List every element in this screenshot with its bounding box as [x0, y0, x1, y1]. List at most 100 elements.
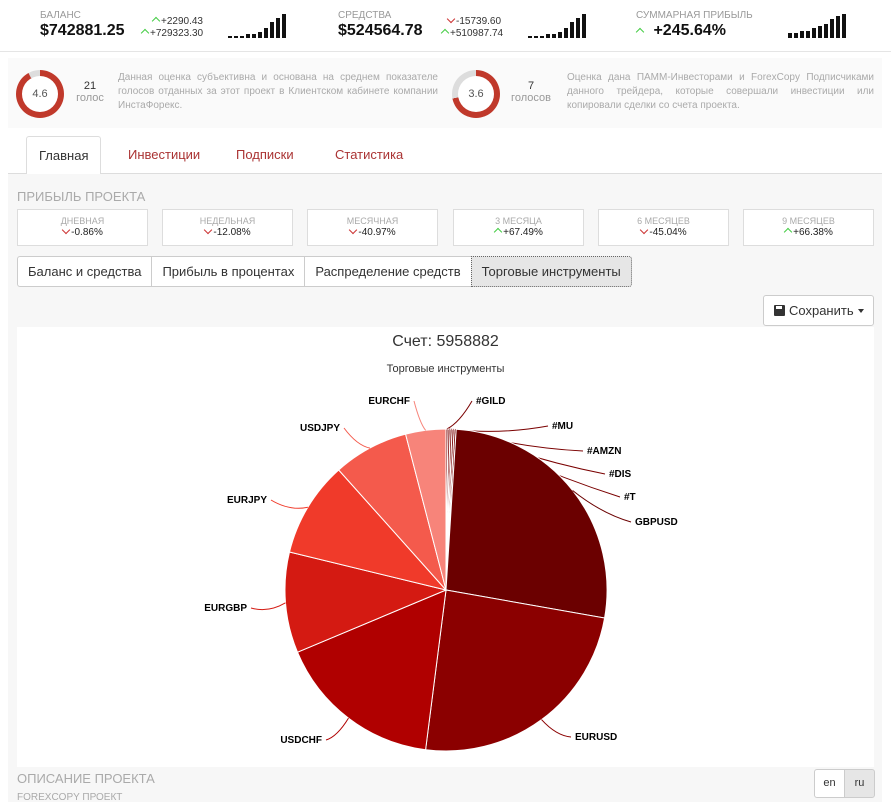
- profit-label: НЕДЕЛЬНАЯ: [199, 216, 256, 226]
- arrow-up-icon: [636, 27, 648, 35]
- tab-investments[interactable]: Инвестиции: [116, 136, 212, 174]
- profit-box-3-months: 3 МЕСЯЦА +67.49%: [453, 209, 584, 246]
- sparkline-bar: [818, 26, 822, 38]
- pie-connector: [325, 717, 349, 741]
- chart-tab-profit-percent[interactable]: Прибыль в процентах: [151, 256, 306, 287]
- arrow-up-icon: [141, 28, 149, 36]
- chart-title: Счет: 5958882: [392, 333, 499, 350]
- caret-down-icon: [857, 309, 864, 313]
- sparkline-bar: [234, 36, 238, 38]
- lang-en[interactable]: en: [814, 769, 845, 798]
- pie-label: EURJPY: [227, 495, 267, 506]
- votes-count: 7: [527, 80, 535, 92]
- pie-label: #MU: [552, 421, 573, 432]
- language-switch: en ru: [814, 769, 875, 798]
- votes-label: голосов: [511, 92, 551, 104]
- rating-ring: 3.6: [452, 70, 500, 118]
- pie-label: GBPUSD: [635, 517, 678, 528]
- sparkline-bar: [806, 31, 810, 38]
- chart-subtitle: Торговые инструменты: [386, 363, 505, 375]
- rating-description: Оценка дана ПАММ-Инвесторами и ForexCopy…: [567, 72, 874, 111]
- profit-value: -45.04%: [649, 227, 687, 238]
- sparkline-bar: [528, 36, 532, 38]
- profit-section-title: ПРИБЫЛЬ ПРОЕКТА: [17, 189, 146, 204]
- pie-connector: [413, 400, 426, 431]
- pie-label: #AMZN: [587, 446, 621, 457]
- profit-value: +67.49%: [503, 227, 543, 238]
- sparkline-chart: [788, 14, 846, 38]
- profit-value: -40.97%: [358, 227, 396, 238]
- arrow-up-icon: [494, 227, 502, 235]
- description-title: ОПИСАНИЕ ПРОЕКТА: [17, 771, 155, 786]
- stat-balance: БАЛАНС $742881.25 +2290.43 +729323.30: [40, 0, 300, 52]
- chart-tab-distribution[interactable]: Распределение средств: [304, 256, 472, 287]
- sparkline-bar: [564, 28, 568, 38]
- pie-label: #T: [624, 492, 636, 503]
- stat-value: +245.64%: [653, 22, 726, 39]
- sparkline-bar: [534, 36, 538, 38]
- profit-label: 3 МЕСЯЦА: [495, 216, 542, 226]
- sparkline-bar: [252, 34, 256, 38]
- arrow-down-icon: [204, 227, 212, 235]
- votes-count: 21: [83, 80, 97, 92]
- profit-value: -0.86%: [71, 227, 103, 238]
- pie-slice[interactable]: [445, 428, 608, 619]
- sparkline-chart: [528, 14, 586, 38]
- save-label: Сохранить: [789, 303, 854, 318]
- pie-connector: [250, 602, 286, 611]
- stat-change: -15739.60: [456, 16, 502, 27]
- sparkline-bar: [576, 18, 580, 38]
- sparkline-bar: [246, 34, 250, 38]
- rating-ring: 4.6: [16, 70, 64, 118]
- lang-ru[interactable]: ru: [844, 769, 875, 798]
- sparkline-bar: [842, 14, 846, 38]
- profit-label: МЕСЯЧНАЯ: [346, 216, 399, 226]
- sparkline-bar: [800, 31, 804, 38]
- pie-svg: #GILD #MU #AMZN #DIS #T GBPUSD EURUSD USDCHF EUR…: [204, 396, 678, 752]
- pie-label: #DIS: [609, 469, 632, 480]
- chart-tab-balance[interactable]: Баланс и средства: [17, 256, 153, 287]
- stat-label: СУММАРНАЯ ПРИБЫЛЬ: [636, 10, 753, 21]
- sparkline-bar: [836, 16, 840, 38]
- profit-box-6-months: 6 МЕСЯЦЕВ -45.04%: [598, 209, 729, 246]
- sparkline-bar: [282, 14, 286, 38]
- pie-connector: [446, 400, 473, 430]
- arrow-down-icon: [640, 227, 648, 235]
- pie-label: USDCHF: [280, 735, 322, 746]
- sparkline-bar: [558, 32, 562, 38]
- save-dropdown-button[interactable]: Сохранить: [763, 295, 874, 326]
- profit-box-monthly: МЕСЯЧНАЯ -40.97%: [307, 209, 438, 246]
- pie-label: EURUSD: [575, 732, 617, 743]
- tab-statistics[interactable]: Статистика: [323, 136, 415, 174]
- rating-votes: 21 голос: [70, 80, 110, 104]
- profit-label: 6 МЕСЯЦЕВ: [637, 216, 690, 226]
- profit-label: ДНЕВНАЯ: [60, 216, 105, 226]
- profit-label: 9 МЕСЯЦЕВ: [782, 216, 835, 226]
- chart-tab-instruments[interactable]: Торговые инструменты: [470, 256, 632, 287]
- pie-label: USDJPY: [300, 423, 340, 434]
- tab-subscriptions[interactable]: Подписки: [224, 136, 306, 174]
- sparkline-bar: [794, 33, 798, 38]
- instruments-pie-chart: #GILD #MU #AMZN #DIS #T GBPUSD EURUSD USDCHF EUR…: [17, 327, 874, 767]
- arrow-down-icon: [349, 227, 357, 235]
- forexcopy-title: FOREXCOPY ПРОЕКТ: [17, 792, 123, 802]
- arrow-up-icon: [784, 227, 792, 235]
- profit-box-weekly: НЕДЕЛЬНАЯ -12.08%: [162, 209, 293, 246]
- rating-votes: 7 голосов: [511, 80, 551, 104]
- stat-label: СРЕДСТВА: [338, 10, 392, 21]
- stat-change: +510987.74: [450, 28, 504, 39]
- pie-slice[interactable]: [425, 589, 606, 752]
- pie-connector: [270, 499, 309, 509]
- sparkline-chart: [228, 14, 286, 38]
- votes-label: голос: [76, 92, 104, 104]
- sparkline-bar: [788, 33, 792, 38]
- sparkline-bar: [552, 34, 556, 38]
- arrow-up-icon: [152, 16, 160, 24]
- sparkline-bar: [258, 32, 262, 38]
- sparkline-bar: [228, 36, 232, 38]
- tab-main[interactable]: Главная: [26, 136, 102, 175]
- chart-tab-group: Баланс и средства Прибыль в процентах Ра…: [17, 256, 632, 287]
- profit-value: -12.08%: [213, 227, 251, 238]
- save-icon: [774, 305, 785, 316]
- pie-connector: [541, 719, 572, 738]
